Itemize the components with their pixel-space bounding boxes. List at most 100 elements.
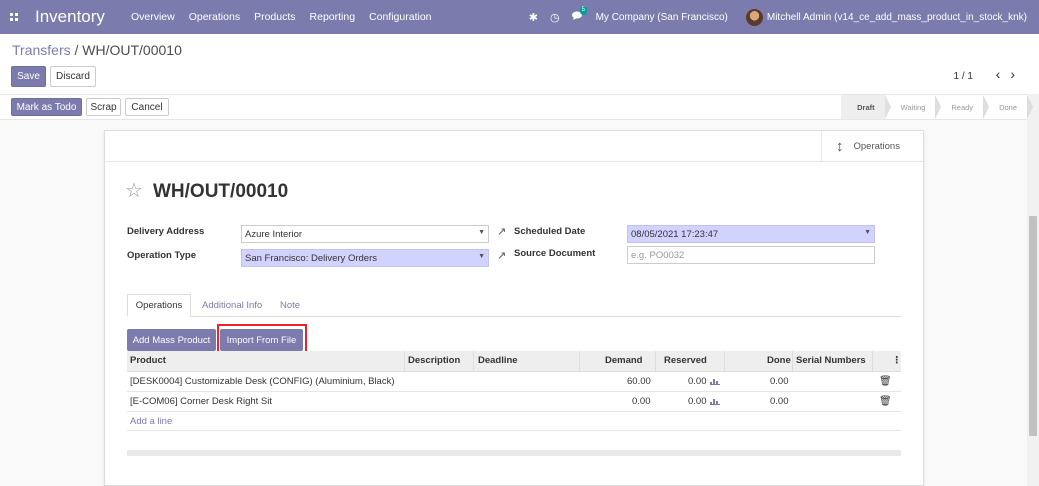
stage-waiting[interactable]: Waiting — [884, 95, 942, 119]
move-lines-table: Product Description Deadline Demand Rese… — [127, 351, 902, 431]
top-navbar: Inventory Overview Operations Products R… — [0, 0, 1039, 34]
bug-icon[interactable]: ✱ — [529, 11, 538, 24]
col-separator — [655, 351, 656, 372]
source-document-placeholder: e.g. PO0032 — [631, 249, 685, 261]
col-separator — [724, 351, 725, 372]
row-reserved: 0.00 — [688, 376, 707, 387]
row-demand: 0.00 — [632, 396, 651, 407]
pager-value[interactable]: 1 / 1 — [954, 71, 973, 82]
caret-down-icon: ▼ — [478, 253, 485, 260]
col-separator — [872, 351, 873, 372]
chat-badge: 5 — [579, 5, 587, 15]
menu-reporting[interactable]: Reporting — [310, 11, 356, 23]
user-menu[interactable]: Mitchell Admin (v14_ce_add_mass_product_… — [767, 12, 1027, 23]
breadcrumb: Transfers / WH/OUT/00010 — [12, 42, 182, 58]
col-demand[interactable]: Demand — [605, 355, 642, 366]
apps-menu-icon[interactable] — [0, 0, 28, 34]
add-line-row: Add a line — [127, 412, 901, 431]
optional-columns-icon[interactable]: ⋮ — [892, 355, 902, 366]
stage-done[interactable]: Done — [983, 95, 1033, 119]
discard-button[interactable]: Discard — [50, 66, 96, 87]
breadcrumb-current: WH/OUT/00010 — [82, 42, 182, 58]
mark-as-todo-button[interactable]: Mark as Todo — [11, 98, 82, 116]
operations-smart-button[interactable]: ↕ Operations — [821, 131, 923, 162]
smart-button-box: ↕ Operations — [105, 131, 923, 162]
trash-icon[interactable]: 🗑 — [879, 396, 892, 407]
scheduled-date-field[interactable]: 08/05/2021 17:23:47 ▼ — [627, 225, 875, 243]
messaging-icon[interactable]: 5 — [571, 5, 587, 24]
scrap-button[interactable]: Scrap — [86, 98, 121, 116]
stage-ready[interactable]: Ready — [935, 95, 989, 119]
operation-type-field[interactable]: San Francisco: Delivery Orders ▼ — [241, 249, 489, 267]
col-separator — [792, 351, 793, 372]
caret-down-icon: ▼ — [478, 229, 485, 236]
delivery-address-field[interactable]: Azure Interior ▼ — [241, 225, 489, 243]
chevron-right-icon[interactable]: › — [1010, 66, 1025, 82]
notebook-tabs: Operations Additional Info Note — [127, 294, 901, 317]
breadcrumb-separator: / — [70, 42, 83, 58]
tab-additional-info[interactable]: Additional Info — [193, 294, 271, 317]
operation-type-label: Operation Type — [127, 250, 196, 261]
stage-pipeline: Draft Waiting Ready Done — [841, 95, 1033, 119]
highlight-box — [217, 324, 307, 354]
scrollbar-thumb[interactable] — [1029, 216, 1037, 436]
page-scrollbar[interactable] — [1027, 94, 1039, 486]
source-document-input[interactable]: e.g. PO0032 — [627, 246, 875, 264]
table-header: Product Description Deadline Demand Rese… — [127, 351, 902, 372]
add-mass-product-button[interactable]: Add Mass Product — [127, 329, 216, 351]
arrows-vertical-icon: ↕ — [836, 138, 844, 155]
col-product[interactable]: Product — [130, 355, 166, 366]
col-separator — [473, 351, 474, 372]
external-link-icon[interactable]: ↗ — [497, 249, 506, 262]
menu-configuration[interactable]: Configuration — [369, 11, 431, 23]
scheduled-date-label: Scheduled Date — [514, 226, 586, 237]
forecast-chart-icon[interactable] — [710, 396, 720, 407]
scheduled-date-value: 08/05/2021 17:23:47 — [631, 228, 719, 240]
operations-smart-label: Operations — [853, 141, 900, 152]
col-separator — [579, 351, 580, 372]
col-done[interactable]: Done — [767, 355, 791, 366]
record-title: WH/OUT/00010 — [153, 181, 289, 202]
trash-icon[interactable]: 🗑 — [879, 376, 892, 387]
source-document-label: Source Document — [514, 248, 596, 259]
breadcrumb-transfers[interactable]: Transfers — [12, 42, 71, 58]
chevron-left-icon[interactable]: ‹ — [996, 66, 1011, 82]
row-demand: 60.00 — [627, 376, 651, 387]
stage-draft[interactable]: Draft — [841, 95, 891, 119]
forecast-chart-icon[interactable] — [710, 376, 720, 387]
caret-down-icon: ▼ — [864, 229, 871, 236]
app-brand[interactable]: Inventory — [35, 7, 105, 27]
col-separator — [404, 351, 405, 372]
add-line-link[interactable]: Add a line — [130, 416, 172, 427]
row-done: 0.00 — [770, 376, 789, 387]
col-description[interactable]: Description — [408, 355, 460, 366]
row-product: [E-COM06] Corner Desk Right Sit — [130, 396, 273, 407]
avatar[interactable] — [745, 8, 763, 26]
menu-operations[interactable]: Operations — [189, 11, 240, 23]
pager-arrows: ‹› — [996, 66, 1025, 82]
external-link-icon[interactable]: ↗ — [497, 225, 506, 238]
status-bar: Mark as Todo Scrap Cancel Draft Waiting … — [0, 94, 1033, 120]
save-button[interactable]: Save — [11, 66, 46, 87]
delivery-address-label: Delivery Address — [127, 226, 205, 237]
row-product: [DESK0004] Customizable Desk (CONFIG) (A… — [130, 376, 395, 387]
star-icon[interactable]: ☆ — [125, 178, 143, 203]
tab-operations[interactable]: Operations — [127, 294, 191, 317]
menu-overview[interactable]: Overview — [131, 11, 175, 23]
company-switcher[interactable]: My Company (San Francisco) — [596, 12, 728, 23]
activity-clock-icon[interactable]: ◷ — [550, 11, 560, 24]
delivery-address-value: Azure Interior — [245, 228, 303, 240]
form-sheet: ↕ Operations ☆ WH/OUT/00010 Delivery Add… — [104, 130, 924, 486]
table-row[interactable]: [E-COM06] Corner Desk Right Sit 0.00 0.0… — [127, 392, 901, 412]
row-reserved: 0.00 — [688, 396, 707, 407]
table-footer — [127, 450, 901, 456]
col-deadline[interactable]: Deadline — [478, 355, 518, 366]
table-row[interactable]: [DESK0004] Customizable Desk (CONFIG) (A… — [127, 372, 901, 392]
row-done: 0.00 — [770, 396, 789, 407]
tab-note[interactable]: Note — [271, 294, 309, 317]
col-serial-numbers[interactable]: Serial Numbers — [796, 355, 866, 366]
operation-type-value: San Francisco: Delivery Orders — [245, 252, 377, 264]
menu-products[interactable]: Products — [254, 11, 295, 23]
cancel-button[interactable]: Cancel — [125, 98, 169, 116]
col-reserved[interactable]: Reserved — [664, 355, 707, 366]
